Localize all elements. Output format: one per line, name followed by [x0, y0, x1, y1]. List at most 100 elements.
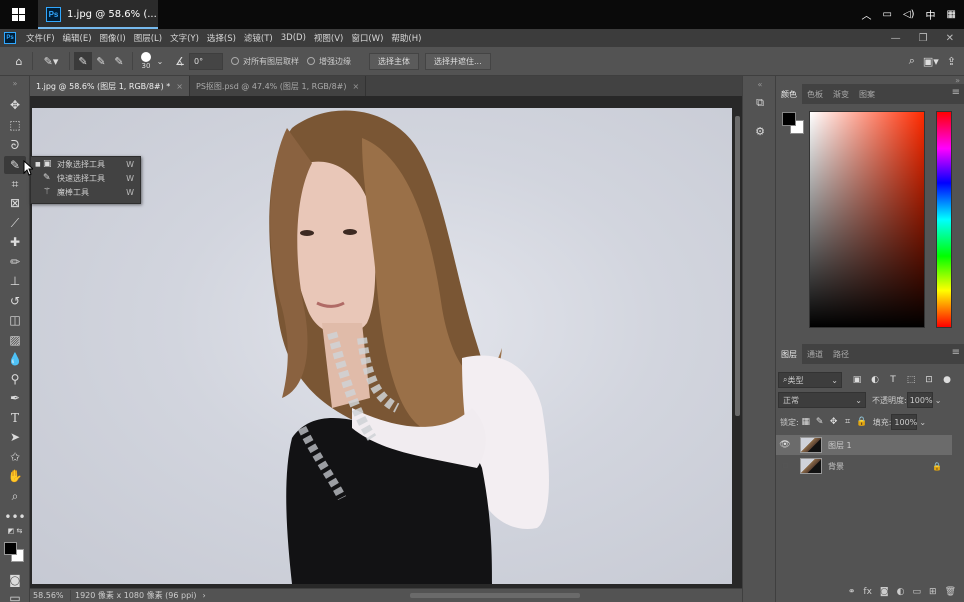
lock-pixels-icon[interactable]: ✎ — [813, 415, 827, 429]
select-and-mask-button[interactable]: 选择并遮住... — [425, 52, 491, 70]
enhance-edge-checkbox[interactable]: 增强边缘 — [307, 56, 351, 67]
workspace-icon[interactable]: ▣▾ — [923, 55, 939, 68]
blur-tool-icon[interactable]: 💧 — [4, 350, 26, 368]
volume-icon[interactable]: ◁) — [903, 9, 915, 20]
healing-brush-tool-icon[interactable]: ✚ — [4, 233, 26, 251]
quick-mask-icon[interactable]: ◙ — [4, 571, 26, 589]
panel-menu-icon[interactable]: ≡ — [952, 347, 960, 358]
zoom-level[interactable]: 58.56% — [30, 591, 70, 600]
add-to-selection-icon[interactable]: ✎ — [92, 52, 110, 70]
pen-tool-icon[interactable]: ✒ — [4, 389, 26, 407]
color-swatches[interactable] — [4, 542, 26, 564]
filter-adjustment-icon[interactable]: ◐ — [868, 373, 882, 387]
type-tool-icon[interactable]: T — [4, 409, 26, 427]
brush-size-picker[interactable]: 30 — [137, 52, 155, 70]
menu-3d[interactable]: 3D(D) — [277, 33, 310, 43]
tab-patterns[interactable]: 图案 — [854, 84, 880, 104]
properties-panel-icon[interactable]: ⚙ — [751, 122, 769, 140]
path-selection-tool-icon[interactable]: ➤ — [4, 428, 26, 446]
panel-menu-icon[interactable]: ≡ — [952, 87, 960, 98]
ime-indicator[interactable]: 中 — [926, 7, 936, 22]
menu-view[interactable]: 视图(V) — [310, 32, 347, 44]
close-icon[interactable]: ✕ — [946, 33, 954, 44]
subtract-from-selection-icon[interactable]: ✎ — [110, 52, 128, 70]
angle-input[interactable]: 0° — [189, 52, 223, 70]
home-icon[interactable]: ⌂ — [10, 52, 28, 70]
layer-row-background[interactable]: ▫ 背景 🔒 — [776, 456, 952, 476]
marquee-tool-icon[interactable]: ⬚ — [4, 116, 26, 134]
fg-bg-swatches[interactable] — [782, 112, 806, 136]
hue-slider[interactable] — [936, 111, 952, 328]
flyout-magic-wand[interactable]: ⚚ 魔棒工具 W — [31, 185, 140, 199]
status-menu-arrow[interactable]: › — [203, 591, 206, 600]
network-icon[interactable]: ▭ — [883, 9, 892, 20]
tab-layers[interactable]: 图层 — [776, 344, 802, 364]
lock-all-icon[interactable]: 🔒 — [855, 415, 869, 429]
collapse-dock-icon[interactable]: « — [751, 80, 769, 89]
add-mask-icon[interactable]: ◙ — [880, 587, 889, 597]
windows-start-button[interactable] — [0, 0, 36, 29]
tab-channels[interactable]: 通道 — [802, 344, 828, 364]
default-colors-icon[interactable]: ◩ ⇆ — [4, 526, 26, 536]
frame-tool-icon[interactable]: ⊠ — [4, 194, 26, 212]
blend-mode-select[interactable]: 正常 ⌄ — [778, 392, 866, 408]
eyedropper-tool-icon[interactable]: ⟋ — [4, 214, 26, 232]
menu-select[interactable]: 选择(S) — [203, 32, 240, 44]
tab-paths[interactable]: 路径 — [828, 344, 854, 364]
color-field[interactable] — [809, 111, 925, 328]
select-subject-button[interactable]: 选择主体 — [369, 52, 419, 70]
tool-preset-picker-icon[interactable]: ✎▾ — [37, 52, 65, 70]
menu-filter[interactable]: 滤镜(T) — [240, 32, 277, 44]
layer-row-layer-1[interactable]: 👁 图层 1 — [776, 435, 952, 455]
brush-tool-icon[interactable]: ✏ — [4, 253, 26, 271]
filter-toggle-icon[interactable]: ● — [940, 373, 954, 387]
foreground-color-swatch[interactable] — [4, 542, 17, 555]
menu-file[interactable]: 文件(F) — [22, 32, 59, 44]
flyout-quick-selection[interactable]: ✎ 快速选择工具 W — [31, 171, 140, 185]
layer-name[interactable]: 背景 — [828, 461, 844, 472]
dodge-tool-icon[interactable]: ⚲ — [4, 370, 26, 388]
new-group-icon[interactable]: ▭ — [913, 587, 922, 597]
layer-style-icon[interactable]: fx — [863, 587, 872, 597]
sample-all-layers-checkbox[interactable]: 对所有图层取样 — [231, 56, 299, 67]
new-selection-mode-icon[interactable]: ✎ — [74, 52, 92, 70]
adjustment-layer-icon[interactable]: ◐ — [897, 587, 905, 597]
eye-icon[interactable]: 👁 — [776, 440, 794, 450]
tab-ps-psd[interactable]: PS抠图.psd @ 47.4% (图层 1, RGB/8#) × — [190, 76, 367, 96]
minimize-icon[interactable]: — — [891, 33, 901, 44]
custom-shape-tool-icon[interactable]: ✩ — [4, 448, 26, 466]
zoom-tool-icon[interactable]: ⌕ — [4, 487, 26, 505]
history-brush-tool-icon[interactable]: ↺ — [4, 292, 26, 310]
edit-toolbar-icon[interactable]: ••• — [4, 508, 26, 526]
chevron-down-icon[interactable]: ⌄ — [919, 418, 926, 427]
menu-help[interactable]: 帮助(H) — [387, 32, 425, 44]
menu-edit[interactable]: 编辑(E) — [59, 32, 96, 44]
lock-transparent-icon[interactable]: ▦ — [799, 415, 813, 429]
close-icon[interactable]: × — [353, 82, 360, 91]
menu-layer[interactable]: 图层(L) — [130, 32, 166, 44]
screen-mode-icon[interactable]: ▭ — [4, 589, 26, 602]
vertical-scrollbar[interactable] — [735, 116, 740, 416]
tab-swatches[interactable]: 色板 — [802, 84, 828, 104]
move-tool-icon[interactable]: ✥ — [4, 96, 26, 114]
foreground-color-swatch[interactable] — [782, 112, 796, 126]
hand-tool-icon[interactable]: ✋ — [4, 467, 26, 485]
new-layer-icon[interactable]: ⊞ — [929, 587, 937, 597]
tab-color[interactable]: 颜色 — [776, 84, 802, 104]
taskbar-photoshop-app[interactable]: Ps 1.jpg @ 58.6% (... — [38, 0, 158, 29]
lock-position-icon[interactable]: ✥ — [827, 415, 841, 429]
close-icon[interactable]: × — [176, 82, 183, 91]
fill-input[interactable]: 100% — [891, 414, 918, 430]
visibility-toggle-empty[interactable]: ▫ — [776, 461, 794, 471]
filter-pixel-icon[interactable]: ▣ — [850, 373, 864, 387]
chevron-down-icon[interactable]: ⌄ — [935, 396, 942, 405]
tab-1-jpg[interactable]: 1.jpg @ 58.6% (图层 1, RGB/8#) * × — [30, 76, 190, 96]
eraser-tool-icon[interactable]: ◫ — [4, 311, 26, 329]
opacity-input[interactable]: 100% — [906, 392, 933, 408]
flyout-object-selection[interactable]: ■ ▣ 对象选择工具 W — [31, 157, 140, 171]
gradient-tool-icon[interactable]: ▨ — [4, 331, 26, 349]
menu-type[interactable]: 文字(Y) — [166, 32, 203, 44]
link-layers-icon[interactable]: ⚭ — [848, 587, 856, 597]
chevron-up-icon[interactable]: ︿ — [862, 7, 872, 22]
clone-stamp-tool-icon[interactable]: ⊥ — [4, 272, 26, 290]
